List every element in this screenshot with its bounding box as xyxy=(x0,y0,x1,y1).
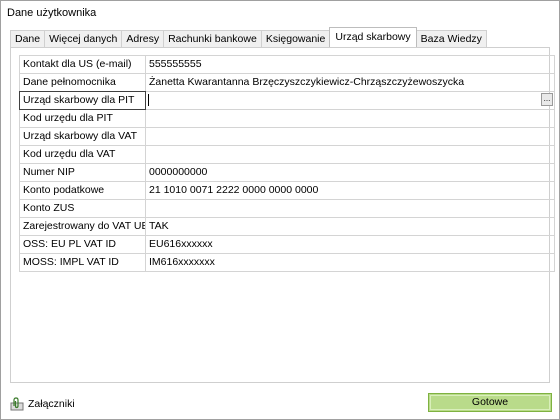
field-row-vat-ue: Zarejestrowany do VAT UE TAK xyxy=(19,218,555,236)
field-row-oss-vat-id: OSS: EU PL VAT ID EU616xxxxxx xyxy=(19,236,555,254)
field-label: MOSS: IMPL VAT ID xyxy=(19,254,146,271)
field-row-kod-pit: Kod urzędu dla PIT xyxy=(19,110,555,128)
field-row-urzad-vat: Urząd skarbowy dla VAT xyxy=(19,128,555,146)
tab-urzad-skarbowy[interactable]: Urząd skarbowy xyxy=(329,27,417,47)
urzad-pit-field[interactable]: ... xyxy=(146,92,555,109)
field-label: Kontakt dla US (e-mail) xyxy=(19,56,146,73)
field-label: Urząd skarbowy dla PIT xyxy=(19,91,146,110)
field-label: OSS: EU PL VAT ID xyxy=(19,236,146,253)
field-label: Urząd skarbowy dla VAT xyxy=(19,128,146,145)
text-caret xyxy=(148,94,149,106)
field-label: Konto podatkowe xyxy=(19,182,146,199)
field-row-konto-zus: Konto ZUS xyxy=(19,200,555,218)
vat-ue-field[interactable]: TAK xyxy=(146,218,555,235)
paperclip-icon xyxy=(10,397,24,411)
field-row-konto-podatkowe: Konto podatkowe 21 1010 0071 2222 0000 0… xyxy=(19,182,555,200)
field-label: Konto ZUS xyxy=(19,200,146,217)
kontakt-us-field[interactable]: 555555555 xyxy=(146,56,555,73)
field-label: Zarejestrowany do VAT UE xyxy=(19,218,146,235)
tab-wiecej-danych[interactable]: Więcej danych xyxy=(44,30,123,47)
field-label: Kod urzędu dla PIT xyxy=(19,110,146,127)
konto-zus-field[interactable] xyxy=(146,200,555,217)
done-button[interactable]: Gotowe xyxy=(428,393,552,412)
tab-dane[interactable]: Dane xyxy=(10,30,46,47)
field-row-moss-vat-id: MOSS: IMPL VAT ID IM616xxxxxxx xyxy=(19,254,555,272)
kod-pit-field[interactable] xyxy=(146,110,555,127)
field-row-urzad-pit: Urząd skarbowy dla PIT ... xyxy=(19,91,555,110)
numer-nip-field[interactable]: 0000000000 xyxy=(146,164,555,181)
tab-adresy[interactable]: Adresy xyxy=(121,30,165,47)
moss-vat-id-field[interactable]: IM616xxxxxxx xyxy=(146,254,555,271)
field-row-dane-pelnomocnika: Dane pełnomocnika Żanetta Kwarantanna Br… xyxy=(19,74,555,92)
attachments-button[interactable]: Załączniki xyxy=(10,397,75,411)
urzad-vat-field[interactable] xyxy=(146,128,555,145)
field-row-numer-nip: Numer NIP 0000000000 xyxy=(19,164,555,182)
tab-rachunki-bankowe[interactable]: Rachunki bankowe xyxy=(163,30,262,47)
attachments-label: Załączniki xyxy=(28,398,75,410)
tab-baza-wiedzy[interactable]: Baza Wiedzy xyxy=(415,30,487,47)
kod-vat-field[interactable] xyxy=(146,146,555,163)
tab-ksiegowanie[interactable]: Księgowanie xyxy=(260,30,331,47)
tab-panel: Kontakt dla US (e-mail) 555555555 Dane p… xyxy=(10,47,555,383)
dane-pelnomocnika-field[interactable]: Żanetta Kwarantanna Brzęczyszczykiewicz-… xyxy=(146,74,555,91)
window-title: Dane użytkownika xyxy=(7,7,97,19)
field-label: Numer NIP xyxy=(19,164,146,181)
field-label: Kod urzędu dla VAT xyxy=(19,146,146,163)
dialog-window: Dane użytkownika Dane Więcej danych Adre… xyxy=(0,0,560,420)
tab-bar: Dane Więcej danych Adresy Rachunki banko… xyxy=(10,27,487,47)
field-row-kontakt-us: Kontakt dla US (e-mail) 555555555 xyxy=(19,56,555,74)
konto-podatkowe-field[interactable]: 21 1010 0071 2222 0000 0000 0000 xyxy=(146,182,555,199)
field-row-kod-vat: Kod urzędu dla VAT xyxy=(19,146,555,164)
oss-vat-id-field[interactable]: EU616xxxxxx xyxy=(146,236,555,253)
field-label: Dane pełnomocnika xyxy=(19,74,146,91)
browse-button[interactable]: ... xyxy=(541,93,553,106)
property-grid: Kontakt dla US (e-mail) 555555555 Dane p… xyxy=(19,55,555,272)
